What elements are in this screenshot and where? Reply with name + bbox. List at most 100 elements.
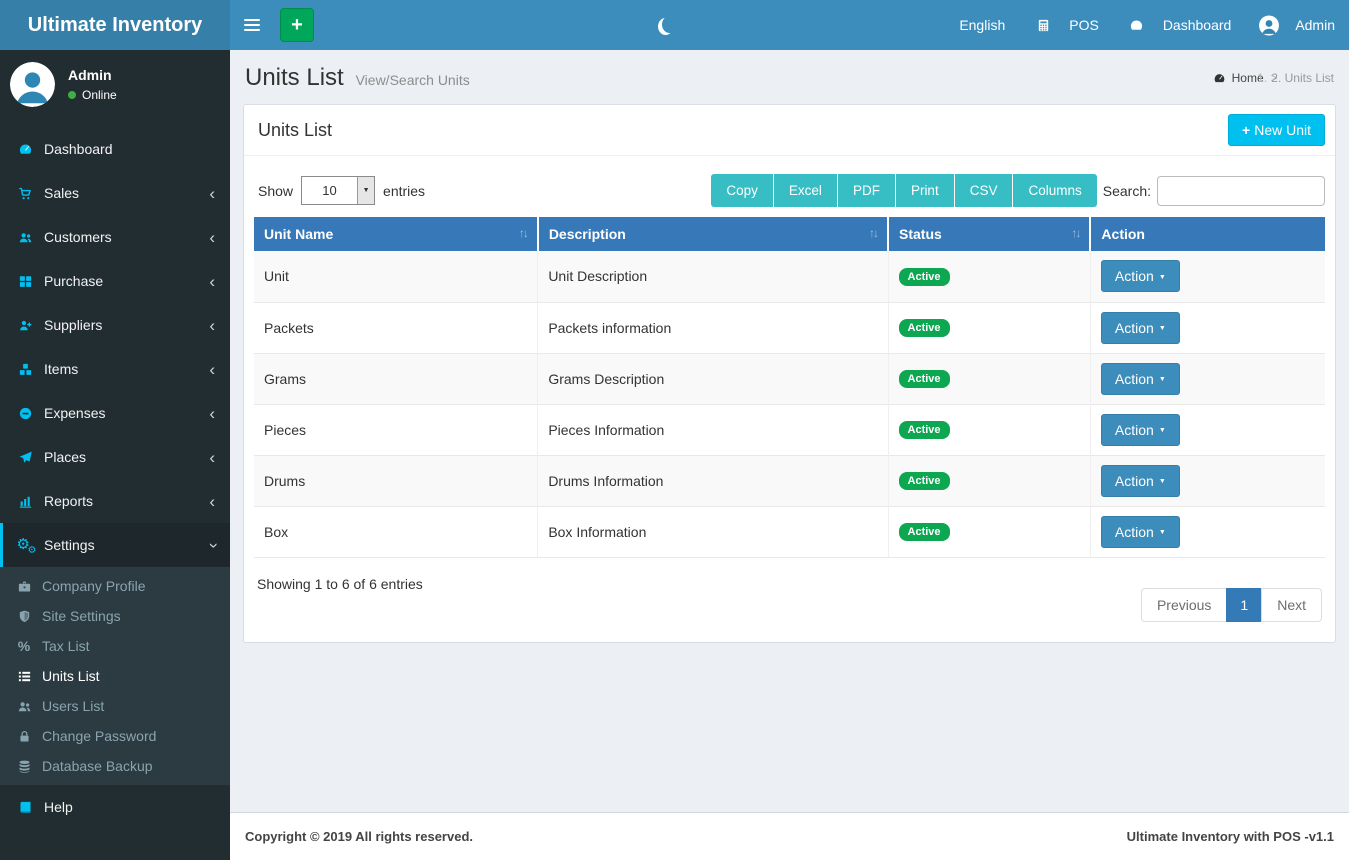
navbar-item-label: POS (1069, 17, 1099, 33)
action-dropdown-button[interactable]: Action▼ (1101, 516, 1180, 548)
export-print-button[interactable]: Print (895, 174, 954, 207)
sidebar-item-units-list[interactable]: Units List (0, 661, 230, 691)
navbar-item-admin[interactable]: Admin (1245, 0, 1349, 50)
sidebar-item-help[interactable]: Help (0, 785, 230, 829)
copyright-text: Copyright © 2019 All rights reserved. (245, 829, 473, 844)
next-page-button[interactable]: Next (1261, 588, 1322, 622)
sidebar-item-label: Help (44, 799, 73, 815)
caret-down-icon: ▼ (1159, 274, 1166, 281)
sidebar-item-label: Suppliers (44, 317, 102, 333)
breadcrumb-home[interactable]: Home (1213, 71, 1264, 85)
action-dropdown-button[interactable]: Action▼ (1101, 414, 1180, 446)
app-logo[interactable]: Ultimate Inventory (0, 0, 230, 50)
sort-icon: ↑↓ (1071, 226, 1079, 240)
quick-add-button[interactable]: + (280, 8, 314, 42)
sidebar-item-label: Company Profile (42, 578, 146, 594)
navbar-item-dashboard[interactable]: Dashboard (1113, 0, 1246, 50)
page-length-control: Show 10 ▼ entries (254, 176, 425, 205)
entries-summary: Showing 1 to 6 of 6 entries (257, 576, 423, 592)
sidebar-item-suppliers[interactable]: Suppliers ‹ (0, 303, 230, 347)
table-header-row: Unit Name↑↓Description↑↓Status↑↓Action (254, 217, 1325, 251)
content-wrapper: Units List View/Search Units Home > Unit… (230, 0, 1349, 860)
sort-icon: ↑↓ (519, 226, 527, 240)
sidebar-item-settings[interactable]: ⚙⚙Settings‹ (0, 523, 230, 567)
chevron-left-icon: ‹ (209, 493, 215, 510)
export-copy-button[interactable]: Copy (711, 174, 773, 207)
caret-down-icon: ▼ (1159, 325, 1166, 332)
sidebar-item-label: Tax List (42, 638, 89, 654)
sidebar-item-expenses[interactable]: Expenses‹ (0, 391, 230, 435)
lock-icon (14, 729, 34, 744)
sidebar-item-purchase[interactable]: Purchase‹ (0, 259, 230, 303)
sidebar-item-change-password[interactable]: Change Password (0, 721, 230, 751)
status-badge: Active (899, 472, 950, 490)
action-dropdown-button[interactable]: Action▼ (1101, 465, 1180, 497)
cell-status: Active (888, 353, 1090, 404)
sidebar-item-database-backup[interactable]: Database Backup (0, 751, 230, 781)
sidebar-toggle-button[interactable] (230, 0, 274, 50)
search-input[interactable] (1157, 176, 1325, 206)
export-columns-button[interactable]: Columns (1012, 174, 1096, 207)
chevron-left-icon: ‹ (209, 449, 215, 466)
sidebar-item-label: Settings (44, 537, 95, 553)
sidebar-item-label: Customers (44, 229, 112, 245)
avatar-icon (1259, 12, 1279, 39)
sidebar-item-sales[interactable]: Sales‹ (0, 171, 230, 215)
page-length-select[interactable]: 10 ▼ (301, 176, 375, 205)
cell-action: Action▼ (1090, 353, 1325, 404)
chevron-left-icon: ‹ (209, 317, 215, 334)
panel-title: Units List (254, 120, 332, 141)
export-csv-button[interactable]: CSV (954, 174, 1013, 207)
cell-action: Action▼ (1090, 455, 1325, 506)
export-excel-button[interactable]: Excel (773, 174, 837, 207)
cell-description: Grams Description (538, 353, 888, 404)
sidebar-submenu: Company Profile Site Settings %Tax ListUni… (0, 567, 230, 785)
sidebar-item-items[interactable]: Items‹ (0, 347, 230, 391)
paper-plane-icon (15, 450, 35, 465)
navbar-item-pos[interactable]: POS (1019, 0, 1113, 50)
column-header-description[interactable]: Description↑↓ (538, 217, 888, 251)
cell-status: Active (888, 455, 1090, 506)
navbar-item-label: Admin (1295, 17, 1335, 33)
book-icon (15, 800, 35, 815)
select-arrow-icon: ▼ (357, 177, 374, 204)
panel-header: Units List +New Unit (244, 105, 1335, 156)
action-dropdown-button[interactable]: Action▼ (1101, 363, 1180, 395)
sidebar-item-customers[interactable]: Customers‹ (0, 215, 230, 259)
sidebar-item-tax-list[interactable]: %Tax List (0, 631, 230, 661)
previous-page-button[interactable]: Previous (1141, 588, 1227, 622)
status-badge: Active (899, 523, 950, 541)
chevron-down-icon: ‹ (204, 542, 221, 548)
sidebar-item-dashboard[interactable]: Dashboard (0, 127, 230, 171)
sidebar-item-label: Database Backup (42, 758, 153, 774)
new-unit-button[interactable]: +New Unit (1228, 114, 1325, 146)
entries-label: entries (383, 183, 425, 199)
cell-unit-name: Unit (254, 251, 538, 302)
version-text: Ultimate Inventory with POS -v1.1 (1127, 829, 1334, 844)
sidebar-item-label: Sales (44, 185, 79, 201)
sidebar-item-places[interactable]: Places‹ (0, 435, 230, 479)
sidebar-item-company-profile[interactable]: Company Profile (0, 571, 230, 601)
sidebar-item-label: Site Settings (42, 608, 121, 624)
column-header-status[interactable]: Status↑↓ (888, 217, 1090, 251)
navbar-item-english[interactable]: English (945, 0, 1019, 50)
action-dropdown-button[interactable]: Action▼ (1101, 260, 1180, 292)
sidebar-item-label: Expenses (44, 405, 105, 421)
table-body: UnitUnit DescriptionActiveAction▼Packets… (254, 251, 1325, 557)
table-row: BoxBox InformationActiveAction▼ (254, 506, 1325, 557)
export-pdf-button[interactable]: PDF (837, 174, 895, 207)
export-button-group: CopyExcelPDFPrintCSVColumns (711, 174, 1096, 207)
sidebar-item-users-list[interactable]: Users List (0, 691, 230, 721)
column-header-unit-name[interactable]: Unit Name↑↓ (254, 217, 538, 251)
page-button-1[interactable]: 1 (1226, 588, 1262, 622)
cell-description: Drums Information (538, 455, 888, 506)
sidebar-item-site-settings[interactable]: Site Settings (0, 601, 230, 631)
cell-unit-name: Drums (254, 455, 538, 506)
table-row: PiecesPieces InformationActiveAction▼ (254, 404, 1325, 455)
speedometer-icon (1127, 18, 1147, 33)
action-dropdown-button[interactable]: Action▼ (1101, 312, 1180, 344)
table-row: UnitUnit DescriptionActiveAction▼ (254, 251, 1325, 302)
sidebar-item-reports[interactable]: Reports‹ (0, 479, 230, 523)
user-status: Online (68, 88, 117, 102)
moon-icon[interactable] (662, 16, 677, 33)
